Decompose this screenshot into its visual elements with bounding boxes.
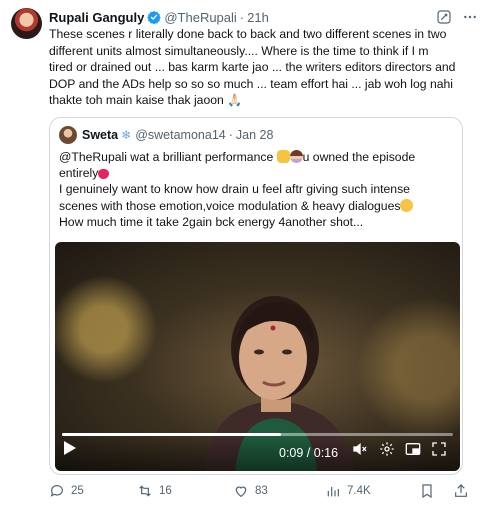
settings-gear-icon[interactable] xyxy=(379,441,395,462)
tweet-text-line: tired or drained out ... bas karm karte … xyxy=(49,60,456,75)
tweet: Rupali Ganguly @TheRupali · 21h These sc… xyxy=(0,0,492,505)
quoted-text-line: @TheRupali wat a brilliant performance u… xyxy=(59,149,459,165)
quoted-text-line: entirely xyxy=(59,165,459,181)
like-count: 83 xyxy=(255,485,268,497)
play-icon[interactable] xyxy=(63,440,77,461)
quoted-text-segment: scenes with those emotion,voice modulati… xyxy=(59,198,401,213)
share-icon[interactable] xyxy=(453,483,469,499)
video-time-display: 0:09 / 0:16 xyxy=(279,446,339,460)
quoted-author-handle[interactable]: @swetamona14 xyxy=(135,128,226,142)
repost-count: 16 xyxy=(159,485,172,497)
views-button[interactable]: 7.4K xyxy=(325,483,371,499)
quoted-text-line: I genuinely want to know how drain u fee… xyxy=(59,182,410,197)
tweet-actions: 25 16 83 7.4K xyxy=(49,483,479,501)
mute-icon[interactable] xyxy=(352,441,368,462)
quoted-text-segment: @TheRupali wat a brilliant performance xyxy=(59,150,274,164)
tweet-text-line: DOP and the ADs help so so so much ... t… xyxy=(49,76,453,91)
video-progress-bar[interactable] xyxy=(62,433,453,436)
quoted-author-avatar[interactable] xyxy=(59,126,77,144)
tweet-timestamp[interactable]: 21h xyxy=(247,10,269,25)
bookmark-icon[interactable] xyxy=(419,483,435,499)
tweet-text-line: These scenes r literally done back to ba… xyxy=(49,27,447,41)
snowflake-icon: ❄ xyxy=(121,128,132,142)
fullscreen-icon[interactable] xyxy=(431,441,447,462)
like-button[interactable]: 83 xyxy=(233,483,268,499)
quoted-tweet-date[interactable]: Jan 28 xyxy=(236,128,274,142)
sweating-face-emoji-icon xyxy=(400,198,414,212)
picture-in-picture-icon[interactable] xyxy=(405,441,421,462)
video-progress-fill xyxy=(62,433,281,436)
clapping-hands-emoji-icon xyxy=(276,150,290,163)
tweet-text-line: different units almost simultaneously...… xyxy=(49,43,429,58)
quoted-tweet[interactable]: Sweta ❄ @swetamona14 · Jan 28 @TheRupali… xyxy=(49,117,463,475)
quoted-text-segment: entirely xyxy=(59,166,99,181)
separator-dot: · xyxy=(239,9,245,25)
grok-icon[interactable] xyxy=(436,9,452,25)
author-avatar[interactable] xyxy=(11,8,42,39)
tweet-text-line: thakte toh main kaise thak jaoon 🙏🏻 xyxy=(49,93,243,108)
tweet-header: Rupali Ganguly @TheRupali · 21h xyxy=(49,8,478,26)
more-options-icon[interactable] xyxy=(462,9,478,25)
quoted-tweet-header: Sweta ❄ @swetamona14 · Jan 28 xyxy=(59,126,273,144)
heart-emoji-icon xyxy=(98,169,110,180)
video-player[interactable]: 0:09 / 0:16 xyxy=(55,242,460,471)
reply-button[interactable]: 25 xyxy=(49,483,84,499)
video-controls-bar xyxy=(55,437,460,471)
quoted-author-name[interactable]: Sweta xyxy=(82,128,118,142)
author-handle[interactable]: @TheRupali xyxy=(164,10,236,25)
author-name[interactable]: Rupali Ganguly xyxy=(49,10,144,25)
separator-dot: · xyxy=(228,128,233,142)
quoted-tweet-text: @TheRupali wat a brilliant performance u… xyxy=(59,149,459,230)
quoted-text-line: How much time it take 2gain bck energy 4… xyxy=(59,214,364,229)
views-count: 7.4K xyxy=(347,485,371,497)
share-button[interactable] xyxy=(453,483,469,499)
person-bowing-emoji-icon xyxy=(289,150,303,163)
verified-badge-icon xyxy=(147,10,162,25)
bookmark-button[interactable] xyxy=(419,483,435,499)
repost-button[interactable]: 16 xyxy=(137,483,172,499)
tweet-text: These scenes r literally done back to ba… xyxy=(49,26,467,109)
reply-count: 25 xyxy=(71,485,84,497)
quoted-text-segment: u owned the episode xyxy=(302,150,416,164)
quoted-text-line: scenes with those emotion,voice modulati… xyxy=(59,198,459,214)
